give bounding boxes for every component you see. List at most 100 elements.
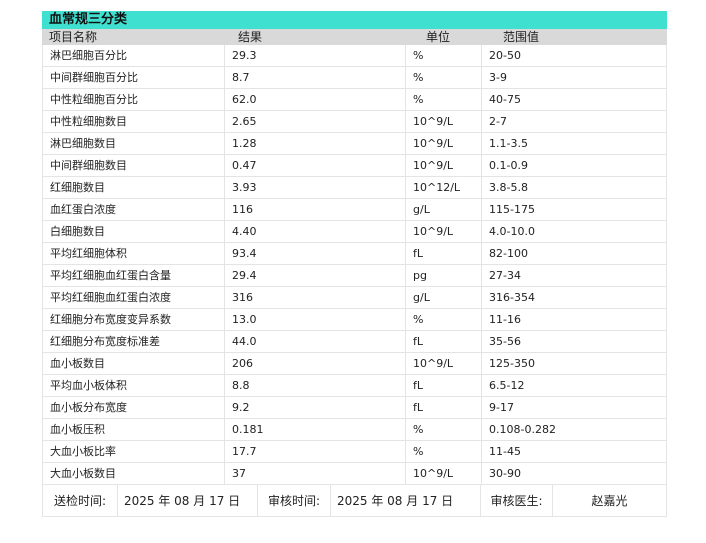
table-row: 中间群细胞百分比 8.7% 3-9	[43, 67, 666, 89]
cell-unit: g/L	[406, 199, 482, 220]
cell-unit: 10^12/L	[406, 177, 482, 198]
cell-range: 11-45	[489, 445, 521, 458]
cell-result: 13.0	[225, 309, 406, 330]
table-row: 血小板分布宽度 9.2 fL 9-17	[43, 397, 666, 419]
table-row: 中间群细胞数目 0.47 10^9/L 0.1-0.9	[43, 155, 666, 177]
cell-name: 大血小板比率	[43, 441, 225, 462]
cell-result: 44.0	[225, 331, 406, 352]
review-doctor-name: 赵嘉光	[591, 494, 628, 508]
table-row: 中性粒细胞百分比 62.0% 40-75	[43, 89, 666, 111]
cell-unit: fL	[406, 331, 482, 352]
cell-result: 4.40	[225, 221, 406, 242]
table-row: 红细胞数目 3.93 10^12/L 3.8-5.8	[43, 177, 666, 199]
cell-range: 27-34	[489, 269, 521, 282]
cell-range: 30-90	[489, 467, 521, 480]
cell-result: 0.47	[225, 155, 406, 176]
cell-unit: 10^9/L	[406, 155, 482, 176]
cell-name: 血红蛋白浓度	[43, 199, 225, 220]
cell-result: 3.93	[225, 177, 406, 198]
cell-unit: 10^9/L	[406, 221, 482, 242]
table-row: 大血小板数目 37 10^9/L 30-90	[43, 463, 666, 485]
cell-name: 血小板分布宽度	[43, 397, 225, 418]
table-header: 项目名称 结果 单位 范围值	[42, 29, 667, 45]
cell-range: 2-7	[489, 115, 507, 128]
review-time-label: 审核时间:	[258, 485, 331, 516]
cell-result: 2.65	[225, 111, 406, 132]
cell-range: 0.1-0.9	[489, 159, 528, 172]
header-result: 结果	[238, 30, 263, 44]
cell-range: 115-175	[489, 203, 535, 216]
cell-unit: 10^9/L	[406, 463, 482, 484]
review-doctor-label: 审核医生:	[481, 485, 553, 516]
cell-unit: %	[406, 441, 482, 462]
cell-name: 平均血小板体积	[43, 375, 225, 396]
table-row: 白细胞数目 4.40 10^9/L 4.0-10.0	[43, 221, 666, 243]
cell-result: 17.7	[225, 441, 406, 462]
cell-name: 中间群细胞百分比	[43, 67, 225, 88]
cell-name: 平均红细胞体积	[43, 243, 225, 264]
table-row: 红细胞分布宽度标准差 44.0 fL 35-56	[43, 331, 666, 353]
table-row: 平均红细胞血红蛋白浓度 316 g/L 316-354	[43, 287, 666, 309]
cell-name: 血小板压积	[43, 419, 225, 440]
table-row: 血红蛋白浓度 116 g/L 115-175	[43, 199, 666, 221]
table-row: 中性粒细胞数目 2.65 10^9/L 2-7	[43, 111, 666, 133]
submit-time-label: 送检时间:	[43, 485, 118, 516]
cell-name: 大血小板数目	[43, 463, 225, 484]
cell-result: 62.0	[225, 89, 406, 110]
cell-name: 中性粒细胞数目	[43, 111, 225, 132]
cell-name: 红细胞数目	[43, 177, 225, 198]
cell-result: 206	[225, 353, 406, 374]
table-row: 平均血小板体积 8.8 fL 6.5-12	[43, 375, 666, 397]
cell-unit: 10^9/L	[406, 353, 482, 374]
cell-range: 0.108-0.282	[489, 423, 556, 436]
submit-time-value: 2025 年 08 月 17 日	[118, 485, 258, 516]
result-table: 淋巴细胞百分比 29.3% 20-50 中间群细胞百分比 8.7% 3-9 中性粒细胞百分比…	[42, 45, 667, 485]
cell-name: 红细胞分布宽度标准差	[43, 331, 225, 352]
cell-name: 中性粒细胞百分比	[43, 89, 225, 110]
cell-range: 11-16	[489, 313, 521, 326]
cell-unit: fL	[406, 375, 482, 396]
cell-unit: g/L	[406, 287, 482, 308]
cell-result: 316	[225, 287, 406, 308]
cell-name: 平均红细胞血红蛋白浓度	[43, 287, 225, 308]
cell-unit: %	[406, 309, 482, 330]
table-row: 平均红细胞血红蛋白含量 29.4 pg 27-34	[43, 265, 666, 287]
table-row: 平均红细胞体积 93.4 fL 82-100	[43, 243, 666, 265]
cell-unit: %	[406, 45, 482, 66]
table-row: 淋巴细胞百分比 29.3% 20-50	[43, 45, 666, 67]
cell-result: 29.3	[225, 45, 406, 66]
header-range: 范围值	[503, 30, 540, 44]
cell-range: 316-354	[489, 291, 535, 304]
cell-range: 40-75	[489, 93, 521, 106]
table-row: 血小板数目 206 10^9/L 125-350	[43, 353, 666, 375]
cell-result: 116	[225, 199, 406, 220]
table-row: 淋巴细胞数目 1.28 10^9/L 1.1-3.5	[43, 133, 666, 155]
cell-range: 125-350	[489, 357, 535, 370]
cell-unit: %	[406, 67, 482, 88]
report-footer: 送检时间: 2025 年 08 月 17 日 审核时间: 2025 年 08 月…	[42, 485, 667, 517]
cell-range: 3-9	[489, 71, 507, 84]
lab-report: 血常规三分类 项目名称 结果 单位 范围值 淋巴细胞百分比 29.3% 20-50 中…	[42, 11, 667, 517]
cell-range: 35-56	[489, 335, 521, 348]
table-row: 红细胞分布宽度变异系数 13.0% 11-16	[43, 309, 666, 331]
cell-unit: fL	[406, 243, 482, 264]
cell-range: 82-100	[489, 247, 528, 260]
cell-result: 8.8	[225, 375, 406, 396]
cell-range: 4.0-10.0	[489, 225, 535, 238]
cell-result: 8.7	[225, 67, 406, 88]
cell-unit: %	[406, 89, 482, 110]
cell-name: 淋巴细胞百分比	[43, 45, 225, 66]
cell-name: 白细胞数目	[43, 221, 225, 242]
review-time-value: 2025 年 08 月 17 日	[331, 485, 481, 516]
cell-result: 37	[225, 463, 406, 484]
cell-range: 1.1-3.5	[489, 137, 528, 150]
cell-unit: fL	[406, 397, 482, 418]
header-name: 项目名称	[49, 30, 98, 44]
cell-unit: 10^9/L	[406, 133, 482, 154]
cell-result: 0.181	[225, 419, 406, 440]
cell-range: 6.5-12	[489, 379, 525, 392]
table-row: 大血小板比率 17.7% 11-45	[43, 441, 666, 463]
cell-range: 20-50	[489, 49, 521, 62]
cell-result: 93.4	[225, 243, 406, 264]
cell-result: 29.4	[225, 265, 406, 286]
